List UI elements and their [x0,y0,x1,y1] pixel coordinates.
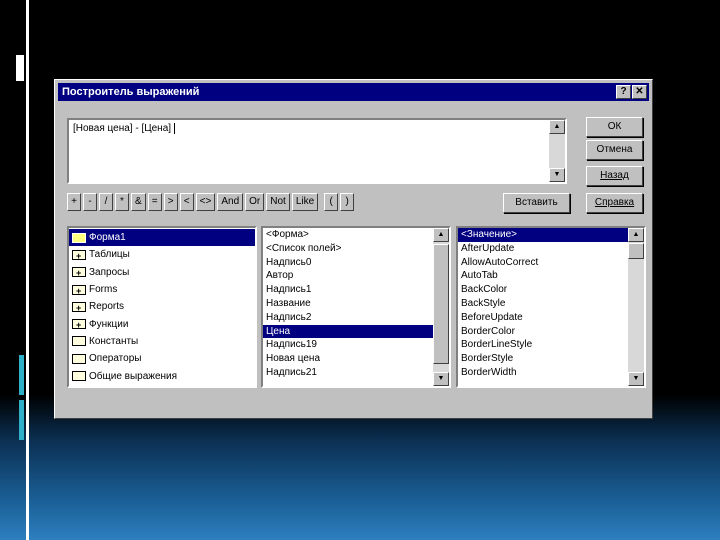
folder-plus-icon [72,248,86,264]
list-item[interactable]: AutoTab [458,269,628,283]
folder-label: Функции [89,318,129,330]
list-item[interactable]: Новая цена [263,352,433,366]
list-item[interactable]: BackColor [458,283,628,297]
fields-list[interactable]: <Форма> <Список полей> Надпись0 Автор На… [261,226,451,388]
scroll-thumb[interactable] [433,244,449,364]
help-button[interactable]: Справка [586,193,643,213]
folder-item-functions[interactable]: Функции [69,315,255,333]
help-icon[interactable]: ? [616,85,631,99]
folder-plus-icon [72,300,86,315]
operator-button[interactable]: Not [266,193,290,211]
values-scrollbar[interactable]: ▲ ▼ [628,228,644,386]
list-item[interactable]: Надпись19 [263,338,433,352]
paste-button[interactable]: Вставить [503,193,570,213]
list-item-selected[interactable]: <Значение> [458,228,628,242]
folder-label: Forms [89,284,118,296]
folder-label: Операторы [89,353,142,365]
back-button[interactable]: Назад [586,166,643,186]
slide-left-rule [26,0,29,540]
list-item[interactable]: Надпись0 [263,256,433,270]
list-item[interactable]: BorderColor [458,325,628,339]
values-list-items: <Значение> AfterUpdate AllowAutoCorrect … [458,228,628,380]
dialog-title: Построитель выражений [62,86,200,98]
list-item[interactable]: Автор [263,269,433,283]
operator-button[interactable]: + [67,193,81,211]
list-item[interactable]: Надпись2 [263,311,433,325]
operator-button[interactable]: > [163,193,178,211]
folder-item-queries[interactable]: Запросы [69,264,255,281]
list-item[interactable]: BeforeUpdate [458,311,628,325]
open-folder-icon [72,232,86,243]
operator-button[interactable]: ) [340,193,355,211]
fields-scrollbar[interactable]: ▲ ▼ [433,228,449,386]
folder-item-operators[interactable]: Операторы [69,350,255,367]
list-item[interactable]: BackStyle [458,297,628,311]
cancel-button[interactable]: Отмена [586,140,643,160]
scroll-down-icon[interactable]: ▼ [628,372,644,386]
folder-icon [72,336,86,347]
folder-plus-icon [72,265,86,281]
scroll-up-icon[interactable]: ▲ [433,228,449,242]
folder-item-common-expressions[interactable]: Общие выражения [69,367,255,384]
scroll-up-icon[interactable]: ▲ [628,228,644,242]
operator-button[interactable]: = [147,193,162,211]
list-item[interactable]: AfterUpdate [458,242,628,256]
folder-label: Константы [89,335,139,347]
folder-icon [72,353,86,364]
folder-plus-icon [72,317,86,333]
operator-button[interactable]: - [83,193,97,211]
ok-button[interactable]: ОК [586,117,643,137]
list-item[interactable]: <Форма> [263,228,433,242]
operator-button[interactable]: <> [195,193,216,211]
close-icon[interactable]: ✕ [632,85,647,99]
operator-button[interactable]: Or [245,193,265,211]
expression-scrollbar[interactable]: ▲ ▼ [549,120,565,182]
list-item[interactable]: Название [263,297,433,311]
operator-button[interactable]: / [99,193,113,211]
operator-button[interactable]: ( [324,193,339,211]
operator-button[interactable]: And [217,193,244,211]
expression-builder-dialog: Построитель выражений ? ✕ [Новая цена] -… [54,79,653,419]
folder-item-forms[interactable]: Forms [69,281,255,298]
list-item[interactable]: Надпись1 [263,283,433,297]
folder-item-tables[interactable]: Таблицы [69,246,255,264]
operator-button[interactable]: < [179,193,194,211]
folder-label: Таблицы [89,249,130,261]
folder-list[interactable]: Форма1 Таблицы Запросы Forms Reports Фун… [67,226,257,388]
expression-text: [Новая цена] - [Цена] [73,123,172,135]
operator-button[interactable]: Like [291,193,319,211]
list-item[interactable]: AllowAutoCorrect [458,256,628,270]
operator-toolbar: + - / * & = > < <> And Or Not Like ( ) [67,193,355,211]
scroll-down-icon[interactable]: ▼ [549,168,565,182]
list-item[interactable]: <Список полей> [263,242,433,256]
folder-plus-icon [72,283,86,298]
folder-label: Форма1 [89,232,126,244]
scroll-down-icon[interactable]: ▼ [433,372,449,386]
folder-label: Reports [89,301,125,313]
dialog-titlebar: Построитель выражений ? ✕ [58,83,649,101]
folder-icon [72,371,86,382]
operator-button[interactable]: * [115,193,129,211]
expression-input[interactable]: [Новая цена] - [Цена] ▲ ▼ [67,118,567,184]
fields-list-items: <Форма> <Список полей> Надпись0 Автор На… [263,228,433,380]
operator-button[interactable]: & [131,193,146,211]
list-item-selected[interactable]: Цена [263,324,433,339]
list-item[interactable]: BorderWidth [458,366,628,380]
list-item[interactable]: BorderLineStyle [458,338,628,352]
scroll-thumb[interactable] [628,243,644,259]
slide-accent-mark [16,55,24,81]
folder-item-form1[interactable]: Форма1 [69,229,255,247]
slide-accent-bar [19,400,24,440]
folder-item-constants[interactable]: Константы [69,333,255,350]
slide-accent-bar [19,355,24,395]
list-item[interactable]: BorderStyle [458,352,628,366]
folder-item-reports[interactable]: Reports [69,298,255,315]
text-caret [174,123,176,134]
values-list[interactable]: <Значение> AfterUpdate AllowAutoCorrect … [456,226,646,388]
folder-label: Общие выражения [89,370,178,382]
list-item[interactable]: Надпись21 [263,366,433,380]
scroll-up-icon[interactable]: ▲ [549,120,565,134]
folder-label: Запросы [89,266,130,278]
